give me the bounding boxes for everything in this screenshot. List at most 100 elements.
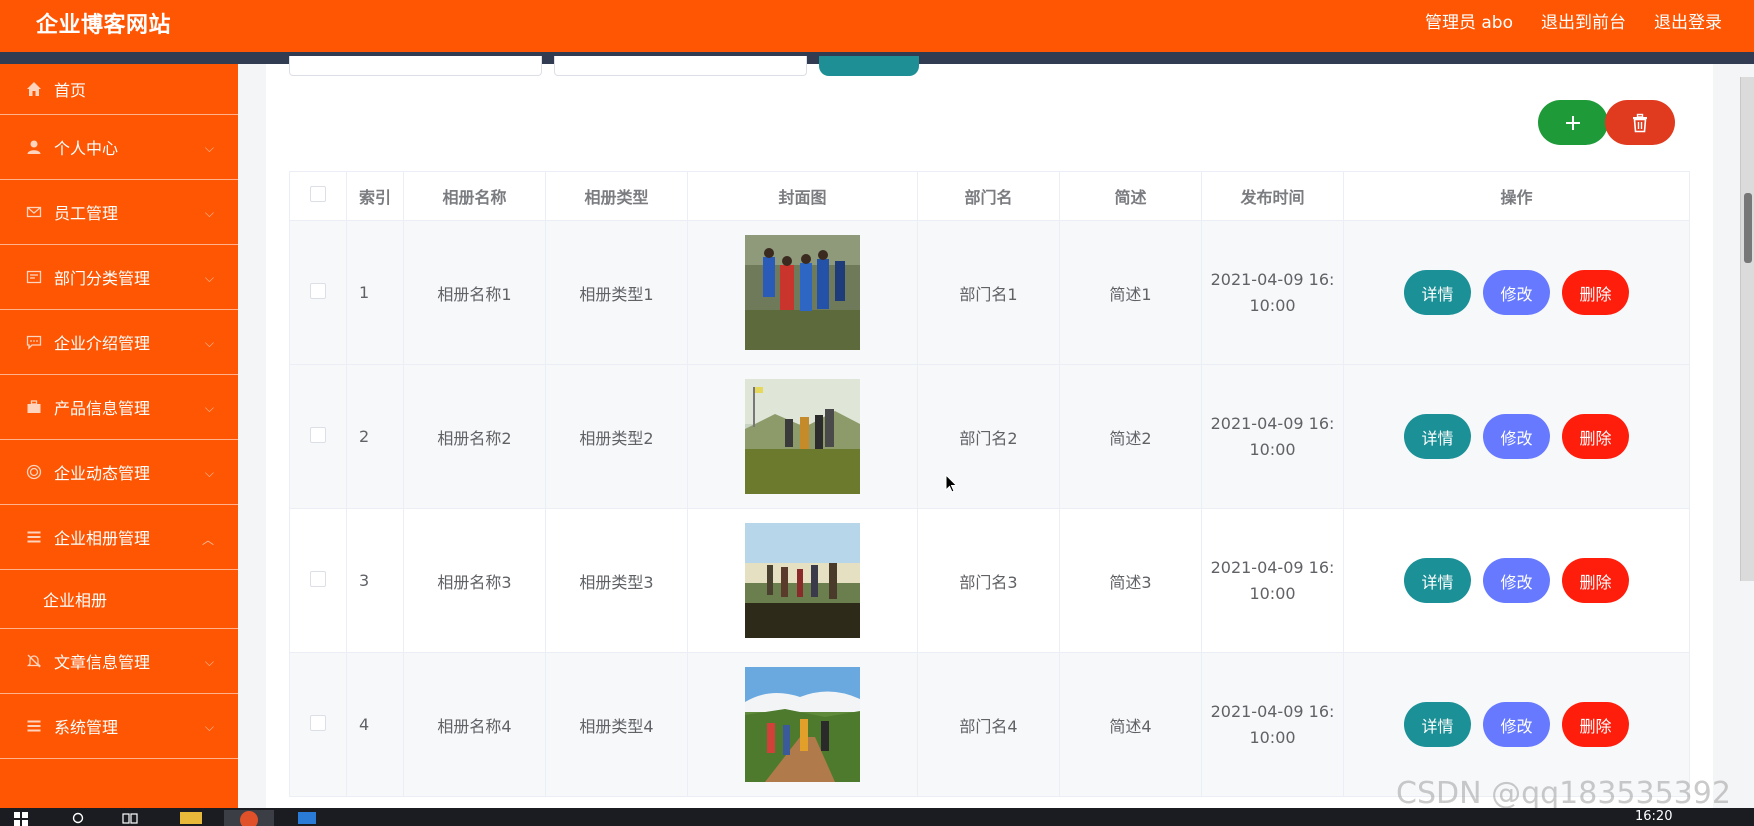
detail-button[interactable]: 详情 bbox=[1404, 558, 1471, 603]
publish-time-clock: 10:00 bbox=[1249, 439, 1296, 459]
target-icon bbox=[24, 462, 44, 482]
search-input[interactable] bbox=[289, 56, 542, 76]
publish-time-clock: 10:00 bbox=[1249, 727, 1296, 747]
dept-cell: 部门名3 bbox=[917, 508, 1060, 653]
sidebar-item-staff[interactable]: 员工管理 ⌵ bbox=[0, 180, 238, 245]
column-header: 部门名 bbox=[917, 171, 1060, 221]
sidebar-item-article-info[interactable]: 文章信息管理 ⌵ bbox=[0, 629, 238, 694]
search-button[interactable] bbox=[819, 56, 919, 76]
sidebar-item-system[interactable]: 系统管理 ⌵ bbox=[0, 694, 238, 759]
chevron-down-icon: ⌵ bbox=[204, 206, 214, 220]
site-title: 企业博客网站 bbox=[36, 13, 172, 38]
bell-off-icon bbox=[24, 651, 44, 671]
sidebar-subitem-album[interactable]: 企业相册 bbox=[0, 570, 238, 629]
select-all-checkbox[interactable] bbox=[310, 186, 326, 202]
sidebar-item-dept-category[interactable]: 部门分类管理 ⌵ bbox=[0, 245, 238, 310]
row-select-cell bbox=[289, 652, 347, 797]
table-header-row: 索引 相册名称 相册类型 封面图 部门名 简述 发布时间 操作 bbox=[289, 171, 1690, 221]
album-type-cell: 相册类型4 bbox=[545, 652, 688, 797]
sidebar-item-label: 企业动态管理 bbox=[54, 464, 151, 483]
table-row: 2 相册名称2 相册类型2 部门名2 简述2 2021-04-09 16: 10… bbox=[289, 364, 1690, 509]
chat-icon bbox=[24, 332, 44, 352]
desc-cell: 简述2 bbox=[1059, 364, 1202, 509]
to-front-link[interactable]: 退出到前台 bbox=[1541, 8, 1626, 33]
page-scrollbar[interactable] bbox=[1740, 77, 1754, 581]
album-type-cell: 相册类型1 bbox=[545, 220, 688, 365]
cover-image[interactable] bbox=[745, 379, 860, 494]
actions-cell: 详情 修改 删除 bbox=[1343, 220, 1690, 365]
sidebar-item-label: 员工管理 bbox=[54, 204, 119, 223]
actions-cell: 详情 修改 删除 bbox=[1343, 508, 1690, 653]
windows-start-icon[interactable] bbox=[14, 812, 28, 826]
sidebar-item-label: 文章信息管理 bbox=[54, 653, 151, 672]
edit-button[interactable]: 修改 bbox=[1483, 558, 1550, 603]
actions-cell: 详情 修改 删除 bbox=[1343, 652, 1690, 797]
logout-link[interactable]: 退出登录 bbox=[1654, 8, 1722, 33]
index-cell: 1 bbox=[346, 220, 404, 365]
delete-button[interactable]: 删除 bbox=[1562, 702, 1629, 747]
admin-label: 管理员 abo bbox=[1424, 13, 1513, 33]
file-explorer-icon[interactable] bbox=[178, 810, 218, 826]
chevron-down-icon: ⌵ bbox=[204, 336, 214, 350]
edit-button[interactable]: 修改 bbox=[1483, 270, 1550, 315]
sidebar-item-company-news[interactable]: 企业动态管理 ⌵ bbox=[0, 440, 238, 505]
browser-app-icon[interactable] bbox=[224, 810, 274, 826]
sidebar-item-album-mgmt[interactable]: 企业相册管理 ︿ bbox=[0, 505, 238, 570]
briefcase-icon bbox=[24, 397, 44, 417]
publish-time-cell: 2021-04-09 16: 10:00 bbox=[1201, 508, 1344, 653]
index-cell: 2 bbox=[346, 364, 404, 509]
edit-button[interactable]: 修改 bbox=[1483, 414, 1550, 459]
select-all-cell bbox=[289, 171, 347, 221]
edit-button[interactable]: 修改 bbox=[1483, 702, 1550, 747]
delete-button[interactable]: 删除 bbox=[1562, 414, 1629, 459]
table-row: 1 相册名称1 相册类型1 部门名1 简述1 2021-04-09 16: 10… bbox=[289, 220, 1690, 365]
row-checkbox[interactable] bbox=[310, 714, 326, 731]
delete-button[interactable]: 删除 bbox=[1562, 270, 1629, 315]
os-taskbar: 16:20 bbox=[0, 808, 1754, 826]
cover-cell bbox=[687, 364, 918, 509]
column-header: 封面图 bbox=[687, 171, 918, 221]
watermark: CSDN @qq183535392 bbox=[1396, 776, 1731, 811]
sidebar-item-label: 个人中心 bbox=[54, 139, 119, 158]
publish-time-cell: 2021-04-09 16: 10:00 bbox=[1201, 364, 1344, 509]
cover-image[interactable] bbox=[745, 523, 860, 638]
dept-cell: 部门名1 bbox=[917, 220, 1060, 365]
task-view-icon[interactable] bbox=[122, 812, 138, 826]
album-name-cell: 相册名称1 bbox=[403, 220, 546, 365]
batch-delete-button[interactable] bbox=[1605, 100, 1675, 145]
sidebar-item-label: 系统管理 bbox=[54, 718, 119, 737]
search-input-2[interactable] bbox=[554, 56, 807, 76]
sidebar-subitem-label: 企业相册 bbox=[43, 591, 108, 610]
publish-time-date: 2021-04-09 16: bbox=[1210, 413, 1335, 433]
sidebar-item-profile[interactable]: 个人中心 ⌵ bbox=[0, 115, 238, 180]
chevron-down-icon: ⌵ bbox=[204, 271, 214, 285]
album-table: 索引 相册名称 相册类型 封面图 部门名 简述 发布时间 操作 1 相册名称1 … bbox=[289, 171, 1690, 797]
search-icon[interactable] bbox=[72, 812, 86, 826]
scrollbar-thumb[interactable] bbox=[1744, 193, 1752, 263]
column-header: 简述 bbox=[1059, 171, 1202, 221]
row-checkbox[interactable] bbox=[310, 570, 326, 587]
top-header: 企业博客网站 管理员 abo 退出到前台 退出登录 bbox=[0, 0, 1754, 64]
detail-button[interactable]: 详情 bbox=[1404, 270, 1471, 315]
sidebar-item-product-info[interactable]: 产品信息管理 ⌵ bbox=[0, 375, 238, 440]
detail-button[interactable]: 详情 bbox=[1404, 414, 1471, 459]
index-cell: 3 bbox=[346, 508, 404, 653]
cover-image[interactable] bbox=[745, 667, 860, 782]
publish-time-cell: 2021-04-09 16: 10:00 bbox=[1201, 220, 1344, 365]
publish-time-clock: 10:00 bbox=[1249, 295, 1296, 315]
row-checkbox[interactable] bbox=[310, 282, 326, 299]
table-row: 3 相册名称3 相册类型3 部门名3 简述3 2021-04-09 16: 10… bbox=[289, 508, 1690, 653]
column-header: 操作 bbox=[1343, 171, 1690, 221]
row-checkbox[interactable] bbox=[310, 426, 326, 443]
sidebar-item-company-intro[interactable]: 企业介绍管理 ⌵ bbox=[0, 310, 238, 375]
delete-button[interactable]: 删除 bbox=[1562, 558, 1629, 603]
editor-app-icon[interactable] bbox=[296, 810, 336, 826]
cover-cell bbox=[687, 652, 918, 797]
sidebar-item-home[interactable]: 首页 bbox=[0, 64, 238, 115]
detail-button[interactable]: 详情 bbox=[1404, 702, 1471, 747]
mouse-cursor-icon bbox=[945, 474, 958, 493]
cover-image[interactable] bbox=[745, 235, 860, 350]
mail-icon bbox=[24, 202, 44, 222]
add-button[interactable] bbox=[1538, 100, 1608, 145]
column-header: 发布时间 bbox=[1201, 171, 1344, 221]
